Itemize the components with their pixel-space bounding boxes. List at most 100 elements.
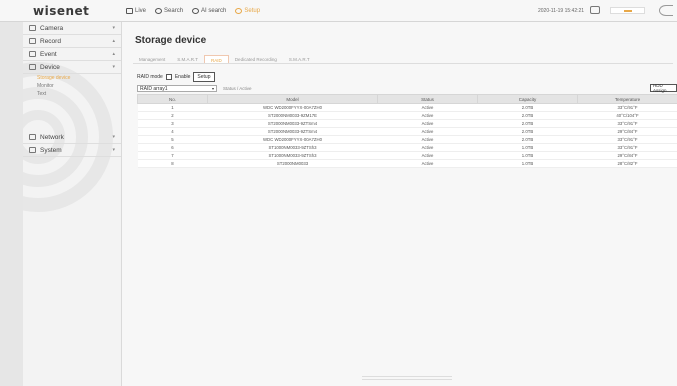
- sidebar-item-label: Network: [40, 133, 64, 141]
- tab-bar: Management S.M.A.R.T RAID Dedicated Reco…: [133, 55, 673, 64]
- table-cell: ST2000NM0033-9ZM17E: [207, 111, 378, 120]
- sidebar-item-record[interactable]: Record ▴: [23, 35, 121, 48]
- table-cell: 33°C/91°F: [577, 143, 677, 152]
- table-cell: Active: [377, 159, 478, 168]
- nav-live[interactable]: Live: [126, 7, 147, 14]
- tab-management[interactable]: Management: [133, 55, 171, 63]
- gear-icon: [235, 7, 243, 14]
- enable-checkbox[interactable]: [165, 74, 172, 80]
- sidebar-item-label: Device: [40, 63, 60, 71]
- tab-smart[interactable]: S.M.A.R.T: [171, 55, 204, 63]
- sidebar-item-camera[interactable]: Camera ▾: [23, 22, 121, 35]
- sidebar-subitem-storage-device[interactable]: Storage device: [23, 74, 121, 82]
- table-cell: Active: [377, 103, 478, 112]
- sidebar-item-label: System: [40, 146, 62, 154]
- table-row[interactable]: 6 ST1000NM0033-9ZTSh3 Active 1.0TB 33°C/…: [137, 143, 677, 152]
- table-cell: Active: [377, 143, 478, 152]
- raid-array-select[interactable]: RAID array1 ▾: [137, 85, 217, 92]
- table-header-row: No. Model Status Capacity Temperature: [137, 94, 677, 104]
- chevron-up-icon: ▴: [112, 51, 115, 57]
- ai-search-icon: [192, 7, 200, 14]
- table-cell: 3: [137, 119, 208, 128]
- table-cell: 33°C/91°F: [577, 103, 677, 112]
- event-icon: [29, 51, 36, 57]
- left-strip: [0, 22, 23, 386]
- sidebar-item-network[interactable]: Network ▾: [23, 131, 121, 144]
- table-cell: 2.0TB: [477, 103, 578, 112]
- column-header: Model: [207, 94, 378, 104]
- tab-dedicated-recording[interactable]: Dedicated Recording: [229, 55, 283, 63]
- setup-button[interactable]: Setup: [193, 72, 215, 82]
- table-cell: WDC WD2000FYYX-00A7ZH0: [207, 135, 378, 144]
- column-header: Capacity: [477, 94, 578, 104]
- power-icon[interactable]: [659, 5, 673, 16]
- table-cell: ST2000NM0033: [207, 159, 378, 168]
- table-row[interactable]: 5 WDC WD2000FYYX-00A7ZH0 Active 2.0TB 33…: [137, 135, 677, 144]
- nav-setup[interactable]: Setup: [235, 7, 260, 14]
- table-cell: 40°C/104°F: [577, 111, 677, 120]
- user-indicator-bar: [623, 9, 632, 12]
- table-cell: 2.0TB: [477, 119, 578, 128]
- device-icon: [29, 64, 36, 70]
- camera-icon: [29, 25, 36, 31]
- nav-search-label: Search: [164, 7, 184, 14]
- user-indicator[interactable]: [610, 7, 645, 14]
- table-row[interactable]: 8 ST2000NM0033 Active 1.0TB 28°C/82°F: [137, 159, 677, 168]
- chevron-down-icon: ▾: [112, 64, 115, 70]
- table-cell: 8: [137, 159, 208, 168]
- datetime: 2020-11-19 15:42:21: [538, 8, 585, 14]
- chevron-down-icon: ▾: [112, 147, 115, 153]
- sidebar-item-system[interactable]: System ▾: [23, 144, 121, 157]
- table-cell: 1.0TB: [477, 151, 578, 160]
- table-cell: 5: [137, 135, 208, 144]
- chevron-down-icon: ▾: [211, 86, 214, 91]
- array-status: Status / Active: [223, 86, 252, 91]
- raid-mode-row: RAID mode Enable Setup: [137, 72, 215, 82]
- nav-ai-search[interactable]: AI search: [192, 7, 226, 14]
- table-cell: 2.0TB: [477, 135, 578, 144]
- tab-raid[interactable]: RAID: [204, 55, 229, 63]
- sidebar-item-device[interactable]: Device ▾: [23, 61, 121, 74]
- monitor-icon: [126, 7, 133, 14]
- search-icon: [155, 7, 163, 14]
- table-cell: 2: [137, 111, 208, 120]
- table-row[interactable]: 3 ST2000NM0033-9ZTSm4 Active 2.0TB 33°C/…: [137, 119, 677, 128]
- tab-smart-2[interactable]: S.M.A.R.T: [283, 55, 316, 63]
- system-icon: [29, 147, 36, 153]
- footer-line: [362, 376, 452, 377]
- table-cell: ST1000NM0033-9ZTSh3: [207, 143, 378, 152]
- table-row[interactable]: 4 ST2000NM0033-9ZTSm4 Active 2.0TB 29°C/…: [137, 127, 677, 136]
- nav-search[interactable]: Search: [155, 7, 184, 14]
- table-row[interactable]: 7 ST1000NM0033-9ZTSh3 Active 1.0TB 29°C/…: [137, 151, 677, 160]
- sidebar: Camera ▾ Record ▴ Event ▴ Device ▾ Stora…: [23, 22, 122, 386]
- main-panel: Storage device Management S.M.A.R.T RAID…: [122, 22, 677, 386]
- top-bar: wisenet Live Search AI search Setup 2020…: [0, 0, 677, 22]
- brand-logo: wisenet: [33, 3, 90, 18]
- table-cell: 29°C/84°F: [577, 127, 677, 136]
- table-cell: Active: [377, 135, 478, 144]
- raid-array-value: RAID array1: [140, 85, 168, 92]
- nav-live-label: Live: [135, 7, 147, 14]
- sidebar-subitem-text[interactable]: Text: [23, 90, 121, 98]
- table-cell: 33°C/91°F: [577, 119, 677, 128]
- record-icon: [29, 38, 36, 44]
- raid-table: No. Model Status Capacity Temperature 1 …: [137, 94, 677, 168]
- table-cell: 4: [137, 127, 208, 136]
- hdd-assign-button[interactable]: HDD Assign: [650, 83, 677, 93]
- table-cell: WDC WD2000FYYX-00A7ZH0: [207, 103, 378, 112]
- sidebar-item-event[interactable]: Event ▴: [23, 48, 121, 61]
- footer-divider: [362, 376, 452, 382]
- chevron-up-icon: ▴: [112, 38, 115, 44]
- camera-view-icon[interactable]: [590, 6, 600, 14]
- column-header: Temperature: [577, 94, 677, 104]
- table-cell: 7: [137, 151, 208, 160]
- table-cell: 1.0TB: [477, 143, 578, 152]
- table-row[interactable]: 1 WDC WD2000FYYX-00A7ZH0 Active 2.0TB 33…: [137, 103, 677, 112]
- network-icon: [29, 134, 36, 140]
- table-row[interactable]: 2 ST2000NM0033-9ZM17E Active 2.0TB 40°C/…: [137, 111, 677, 120]
- sidebar-subitem-monitor[interactable]: Monitor: [23, 82, 121, 90]
- chevron-down-icon: ▾: [112, 134, 115, 140]
- footer-line: [362, 379, 452, 380]
- column-header: Status: [377, 94, 478, 104]
- sidebar-item-label: Camera: [40, 24, 64, 32]
